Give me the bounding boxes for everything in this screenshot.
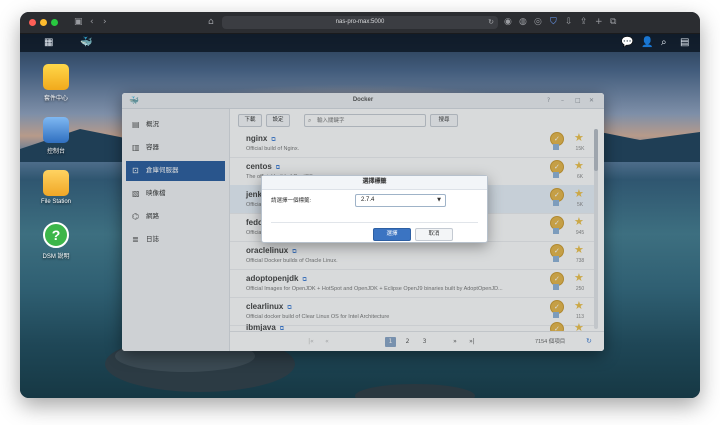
tag-select[interactable]: 2.7.4 ▼ xyxy=(355,194,446,207)
widgets-icon[interactable]: ▤ xyxy=(680,36,689,50)
address-bar[interactable]: nas-pro-max:5000 ↻ xyxy=(222,16,498,29)
reload-icon[interactable]: ↻ xyxy=(488,16,494,29)
chevron-down-icon[interactable]: ▼ xyxy=(437,195,441,206)
minimize-window-button[interactable] xyxy=(40,19,47,26)
dialog-title[interactable]: 選擇標籤 xyxy=(262,176,487,190)
desktop-icon-package-center[interactable]: 套件中心 xyxy=(26,64,86,102)
tag-label: 請選擇一個標籤: xyxy=(271,198,312,204)
main-menu-icon[interactable]: ▦ xyxy=(44,36,53,50)
desktop-icon-label: DSM 說明 xyxy=(42,254,70,260)
help-icon: ? xyxy=(43,222,69,248)
sidebar-toggle-icon[interactable]: ▣ xyxy=(74,16,83,28)
notifications-icon[interactable]: 💬 xyxy=(621,36,633,50)
cancel-button[interactable]: 取消 xyxy=(415,228,453,241)
desktop-icon-control-panel[interactable]: 控制台 xyxy=(26,117,86,155)
desktop-icon-label: File Station xyxy=(40,199,71,205)
download-icon[interactable]: ⇩ xyxy=(565,16,573,28)
browser-window: ▣ ‹ › ⌂ nas-pro-max:5000 ↻ ◉ ◍ ◎ ⛉ ⇩ ⇪ +… xyxy=(20,12,700,398)
extension-icon[interactable]: ◉ xyxy=(504,16,512,28)
extension-icon[interactable]: ◎ xyxy=(534,16,542,28)
dialog-divider xyxy=(271,222,478,223)
desktop-icon-label: 控制台 xyxy=(46,149,65,155)
desktop-icon-dsm-help[interactable]: ? DSM 說明 xyxy=(26,222,86,260)
back-icon[interactable]: ‹ xyxy=(90,16,94,28)
browser-toolbar: ▣ ‹ › ⌂ nas-pro-max:5000 ↻ ◉ ◍ ◎ ⛉ ⇩ ⇪ +… xyxy=(20,12,700,34)
address-text: nas-pro-max:5000 xyxy=(335,19,385,25)
package-center-icon xyxy=(43,64,69,90)
folder-icon xyxy=(43,170,69,196)
close-window-button[interactable] xyxy=(29,19,36,26)
dsm-taskbar: ▦ 🐳 💬 👤 ⌕ ▤ xyxy=(20,34,700,52)
select-button[interactable]: 選擇 xyxy=(373,228,411,241)
search-icon[interactable]: ⌕ xyxy=(661,36,667,50)
new-tab-icon[interactable]: + xyxy=(595,16,603,28)
extension-icon[interactable]: ◍ xyxy=(519,16,527,28)
select-tag-dialog: 選擇標籤 請選擇一個標籤: 2.7.4 ▼ 選擇 取消 xyxy=(261,175,488,243)
control-panel-icon xyxy=(43,117,69,143)
tag-select-value: 2.7.4 xyxy=(361,197,375,203)
docker-taskbar-icon[interactable]: 🐳 xyxy=(80,36,92,50)
share-icon[interactable]: ⇪ xyxy=(580,16,588,28)
user-icon[interactable]: 👤 xyxy=(641,36,653,50)
shield-icon[interactable]: ⌂ xyxy=(208,16,214,28)
tabs-overview-icon[interactable]: ⧉ xyxy=(610,16,616,28)
forward-icon[interactable]: › xyxy=(103,16,107,28)
desktop-icon-label: 套件中心 xyxy=(43,96,68,102)
zoom-window-button[interactable] xyxy=(51,19,58,26)
desktop-icon-file-station[interactable]: File Station xyxy=(26,170,86,205)
bitwarden-icon[interactable]: ⛉ xyxy=(550,16,557,28)
